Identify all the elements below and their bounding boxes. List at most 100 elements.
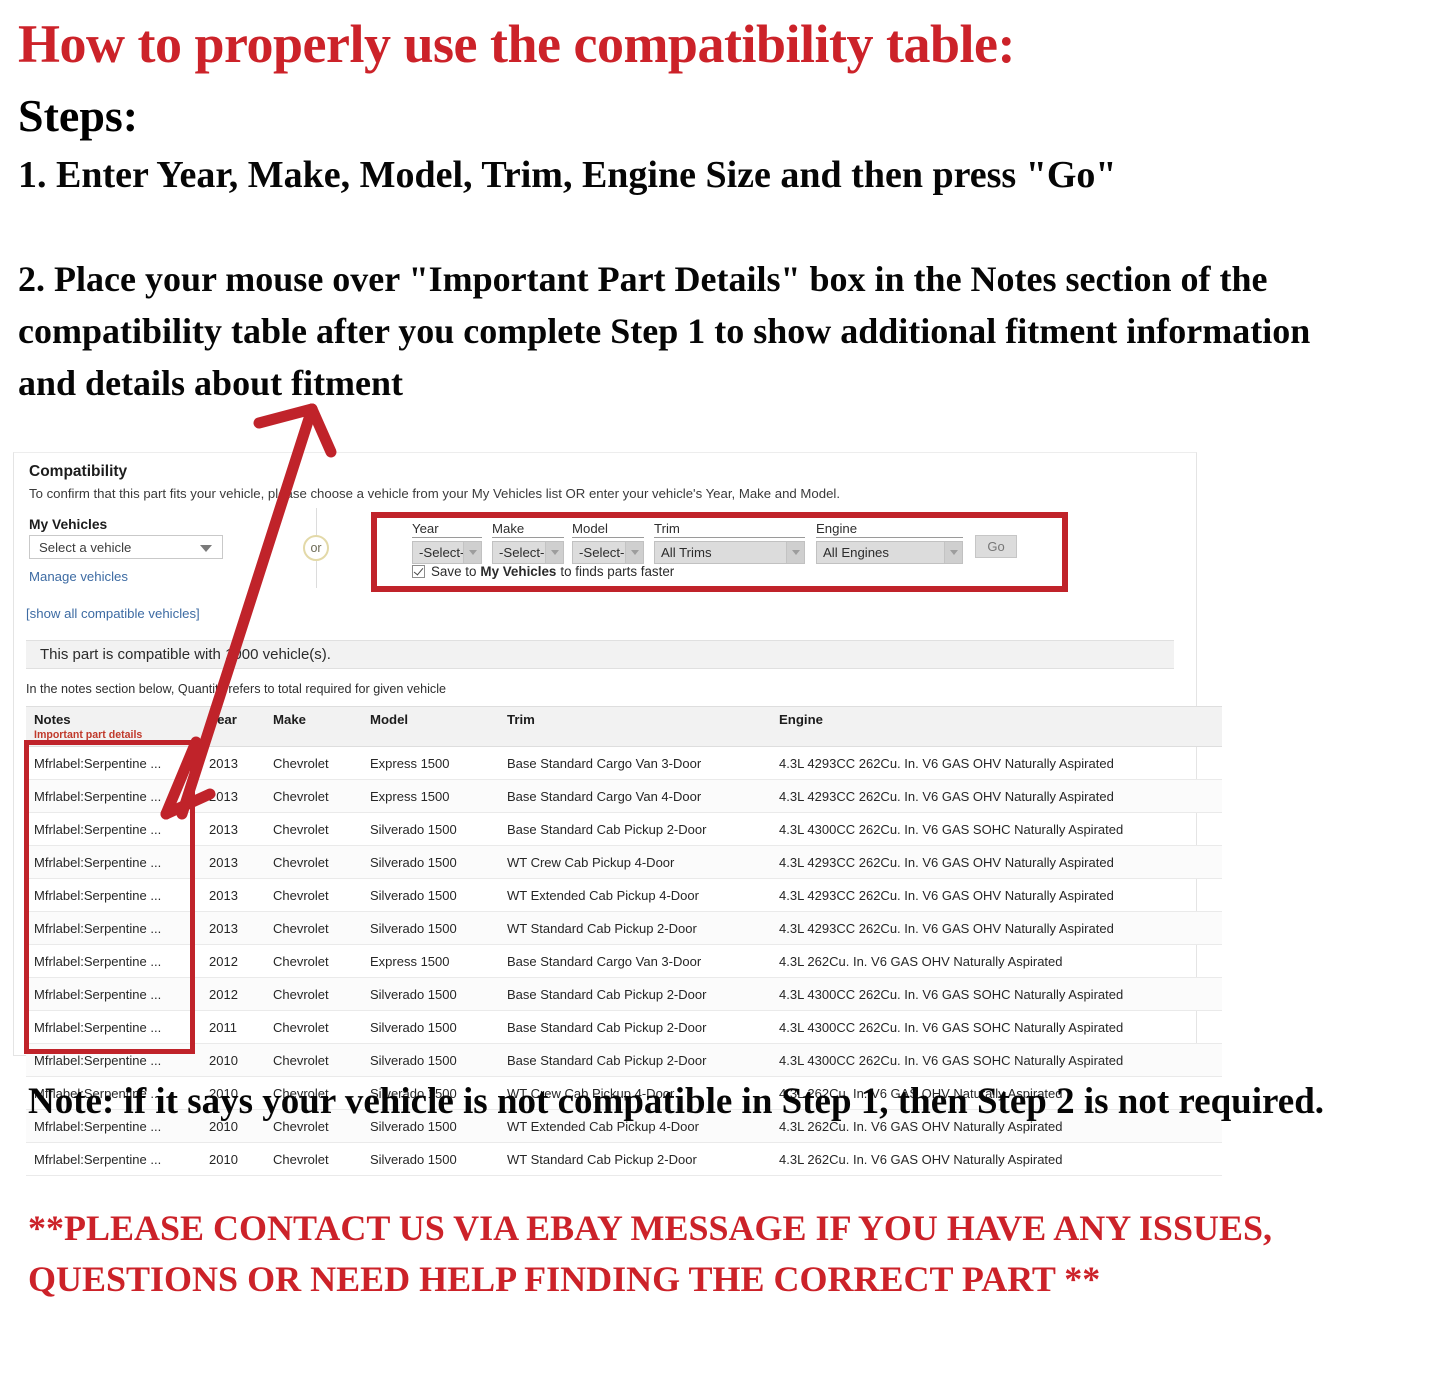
step-two-text: 2. Place your mouse over "Important Part… bbox=[18, 259, 1311, 404]
cell-notes[interactable]: Mfrlabel:Serpentine ... bbox=[26, 845, 201, 879]
steps-label: Steps: bbox=[18, 90, 139, 141]
table-row[interactable]: Mfrlabel:Serpentine ... 2013 Chevrolet Silv… bbox=[26, 911, 1222, 945]
contact-text: **PLEASE CONTACT US VIA EBAY MESSAGE IF … bbox=[28, 1208, 1273, 1300]
table-row[interactable]: Mfrlabel:Serpentine ... 2013 Chevrolet Expr… bbox=[26, 746, 1222, 780]
table-row[interactable]: Mfrlabel:Serpentine ... 2013 Chevrolet Expr… bbox=[26, 779, 1222, 813]
cell-trim: Base Standard Cab Pickup 2-Door bbox=[499, 1010, 771, 1044]
cell-engine: 4.3L 4300CC 262Cu. In. V6 GAS SOHC Natur… bbox=[771, 1010, 1222, 1044]
cell-engine: 4.3L 4300CC 262Cu. In. V6 GAS SOHC Natur… bbox=[771, 977, 1222, 1011]
header-model: Model bbox=[362, 706, 499, 747]
cell-engine: 4.3L 262Cu. In. V6 GAS OHV Naturally Asp… bbox=[771, 944, 1222, 978]
compatibility-heading: Compatibility bbox=[29, 463, 128, 480]
cell-year: 2013 bbox=[201, 911, 265, 945]
cell-make: Chevrolet bbox=[265, 1010, 362, 1044]
cell-engine: 4.3L 4293CC 262Cu. In. V6 GAS OHV Natura… bbox=[771, 746, 1222, 780]
table-row[interactable]: Mfrlabel:Serpentine ... 2010 Chevrolet Silv… bbox=[26, 1142, 1222, 1176]
cell-year: 2010 bbox=[201, 1043, 265, 1077]
cell-year: 2012 bbox=[201, 944, 265, 978]
or-divider: or bbox=[297, 508, 337, 588]
header-notes-label: Notes bbox=[34, 712, 71, 727]
manage-vehicles-link[interactable]: Manage vehicles bbox=[29, 569, 128, 584]
cell-year: 2013 bbox=[201, 845, 265, 879]
or-badge-label: or bbox=[303, 535, 329, 561]
cell-trim: WT Extended Cab Pickup 4-Door bbox=[499, 878, 771, 912]
header-trim: Trim bbox=[499, 706, 771, 747]
cell-model: Silverado 1500 bbox=[362, 812, 499, 846]
note-text: Note: if it says your vehicle is not com… bbox=[28, 1081, 1325, 1122]
cell-notes[interactable]: Mfrlabel:Serpentine ... bbox=[26, 1142, 201, 1176]
cell-trim: WT Standard Cab Pickup 2-Door bbox=[499, 911, 771, 945]
cell-notes[interactable]: Mfrlabel:Serpentine ... bbox=[26, 1043, 201, 1077]
cell-model: Silverado 1500 bbox=[362, 1043, 499, 1077]
page-title: How to properly use the compatibility ta… bbox=[18, 14, 1015, 74]
table-row[interactable]: Mfrlabel:Serpentine ... 2012 Chevrolet Silv… bbox=[26, 977, 1222, 1011]
cell-notes[interactable]: Mfrlabel:Serpentine ... bbox=[26, 746, 201, 780]
cell-trim: Base Standard Cargo Van 4-Door bbox=[499, 779, 771, 813]
cell-make: Chevrolet bbox=[265, 977, 362, 1011]
table-row[interactable]: Mfrlabel:Serpentine ... 2012 Chevrolet Expr… bbox=[26, 944, 1222, 978]
cell-make: Chevrolet bbox=[265, 845, 362, 879]
cell-make: Chevrolet bbox=[265, 944, 362, 978]
cell-trim: Base Standard Cab Pickup 2-Door bbox=[499, 1043, 771, 1077]
selector-highlight-box bbox=[371, 512, 1068, 592]
cell-engine: 4.3L 4293CC 262Cu. In. V6 GAS OHV Natura… bbox=[771, 878, 1222, 912]
cell-model: Silverado 1500 bbox=[362, 977, 499, 1011]
cell-make: Chevrolet bbox=[265, 1043, 362, 1077]
cell-engine: 4.3L 4293CC 262Cu. In. V6 GAS OHV Natura… bbox=[771, 779, 1222, 813]
table-row[interactable]: Mfrlabel:Serpentine ... 2013 Chevrolet Silv… bbox=[26, 878, 1222, 912]
header-engine: Engine bbox=[771, 706, 1222, 747]
cell-engine: 4.3L 4300CC 262Cu. In. V6 GAS SOHC Natur… bbox=[771, 1043, 1222, 1077]
table-row[interactable]: Mfrlabel:Serpentine ... 2011 Chevrolet Silv… bbox=[26, 1010, 1222, 1044]
table-row[interactable]: Mfrlabel:Serpentine ... 2013 Chevrolet Silv… bbox=[26, 845, 1222, 879]
cell-make: Chevrolet bbox=[265, 812, 362, 846]
cell-model: Silverado 1500 bbox=[362, 1010, 499, 1044]
cell-trim: Base Standard Cargo Van 3-Door bbox=[499, 944, 771, 978]
table-row[interactable]: Mfrlabel:Serpentine ... 2010 Chevrolet Silv… bbox=[26, 1043, 1222, 1077]
compatible-count-banner: This part is compatible with 1000 vehicl… bbox=[26, 640, 1174, 669]
cell-model: Express 1500 bbox=[362, 779, 499, 813]
cell-year: 2010 bbox=[201, 1142, 265, 1176]
cell-make: Chevrolet bbox=[265, 746, 362, 780]
cell-engine: 4.3L 262Cu. In. V6 GAS OHV Naturally Asp… bbox=[771, 1142, 1222, 1176]
step-one-text: 1. Enter Year, Make, Model, Trim, Engine… bbox=[18, 154, 1117, 196]
my-vehicles-label: My Vehicles bbox=[29, 517, 108, 532]
cell-model: Silverado 1500 bbox=[362, 878, 499, 912]
cell-trim: WT Standard Cab Pickup 2-Door bbox=[499, 1142, 771, 1176]
cell-engine: 4.3L 4293CC 262Cu. In. V6 GAS OHV Natura… bbox=[771, 911, 1222, 945]
cell-make: Chevrolet bbox=[265, 1142, 362, 1176]
cell-year: 2013 bbox=[201, 779, 265, 813]
cell-model: Express 1500 bbox=[362, 944, 499, 978]
show-all-compatible-vehicles-link[interactable]: [show all compatible vehicles] bbox=[26, 606, 200, 621]
cell-trim: Base Standard Cab Pickup 2-Door bbox=[499, 977, 771, 1011]
cell-year: 2012 bbox=[201, 977, 265, 1011]
cell-notes[interactable]: Mfrlabel:Serpentine ... bbox=[26, 911, 201, 945]
cell-notes[interactable]: Mfrlabel:Serpentine ... bbox=[26, 779, 201, 813]
cell-year: 2011 bbox=[201, 1010, 265, 1044]
cell-engine: 4.3L 4300CC 262Cu. In. V6 GAS SOHC Natur… bbox=[771, 812, 1222, 846]
cell-model: Silverado 1500 bbox=[362, 911, 499, 945]
cell-model: Express 1500 bbox=[362, 746, 499, 780]
header-year: Year bbox=[201, 706, 265, 747]
cell-make: Chevrolet bbox=[265, 878, 362, 912]
cell-trim: WT Crew Cab Pickup 4-Door bbox=[499, 845, 771, 879]
cell-model: Silverado 1500 bbox=[362, 1142, 499, 1176]
header-notes: Notes Important part details bbox=[26, 706, 201, 747]
chevron-down-icon bbox=[200, 545, 212, 552]
my-vehicles-select[interactable]: Select a vehicle bbox=[29, 535, 223, 559]
my-vehicles-select-value: Select a vehicle bbox=[39, 539, 132, 555]
cell-engine: 4.3L 4293CC 262Cu. In. V6 GAS OHV Natura… bbox=[771, 845, 1222, 879]
header-notes-sub: Important part details bbox=[34, 729, 143, 741]
compatibility-subtitle: To confirm that this part fits your vehi… bbox=[29, 486, 840, 501]
notes-quantity-hint: In the notes section below, Quantity ref… bbox=[26, 682, 447, 696]
table-row[interactable]: Mfrlabel:Serpentine ... 2013 Chevrolet Silv… bbox=[26, 812, 1222, 846]
cell-notes[interactable]: Mfrlabel:Serpentine ... bbox=[26, 977, 201, 1011]
cell-notes[interactable]: Mfrlabel:Serpentine ... bbox=[26, 1010, 201, 1044]
cell-year: 2013 bbox=[201, 812, 265, 846]
cell-year: 2013 bbox=[201, 746, 265, 780]
cell-model: Silverado 1500 bbox=[362, 845, 499, 879]
cell-notes[interactable]: Mfrlabel:Serpentine ... bbox=[26, 812, 201, 846]
cell-notes[interactable]: Mfrlabel:Serpentine ... bbox=[26, 944, 201, 978]
cell-make: Chevrolet bbox=[265, 911, 362, 945]
cell-notes[interactable]: Mfrlabel:Serpentine ... bbox=[26, 878, 201, 912]
cell-year: 2013 bbox=[201, 878, 265, 912]
